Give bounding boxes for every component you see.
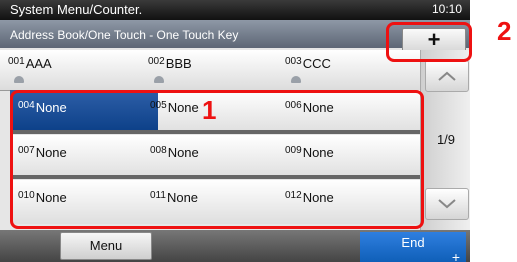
callout-label-2: 2 [497, 16, 512, 46]
contact-icon [291, 76, 301, 83]
system-bar-title: System Menu/Counter. [10, 2, 143, 17]
key-name: BBB [165, 56, 192, 71]
chevron-down-icon [438, 199, 456, 209]
chevron-up-icon [438, 71, 456, 81]
callout-add-button [386, 22, 472, 62]
key-row-1: 001AAA 002BBB 003CCC [0, 50, 420, 91]
end-label: End [401, 235, 425, 250]
key-name: CCC [302, 56, 331, 71]
menu-button[interactable]: Menu [60, 232, 152, 260]
callout-label-1: 1 [202, 95, 217, 125]
one-touch-key[interactable]: 001AAA [8, 56, 52, 71]
clock: 10:10 [431, 2, 462, 16]
key-number: 002 [148, 56, 165, 67]
scroll-down-button[interactable] [425, 188, 469, 220]
callout-key-grid [10, 90, 424, 229]
contact-icon [14, 76, 24, 83]
page-title: Address Book/One Touch - One Touch Key [10, 28, 239, 42]
one-touch-key[interactable]: 003CCC [285, 56, 331, 71]
scroll-panel: 1/9 [420, 50, 470, 230]
key-name: AAA [25, 56, 52, 71]
key-number: 001 [8, 56, 25, 67]
end-button[interactable]: End + [360, 232, 466, 262]
contact-icon [154, 76, 164, 83]
scroll-up-button[interactable] [425, 60, 469, 92]
plus-icon: + [451, 249, 460, 262]
page-indicator: 1/9 [436, 132, 456, 147]
one-touch-key[interactable]: 002BBB [148, 56, 192, 71]
system-bar: System Menu/Counter. 10:10 [0, 0, 470, 20]
key-number: 003 [285, 56, 302, 67]
